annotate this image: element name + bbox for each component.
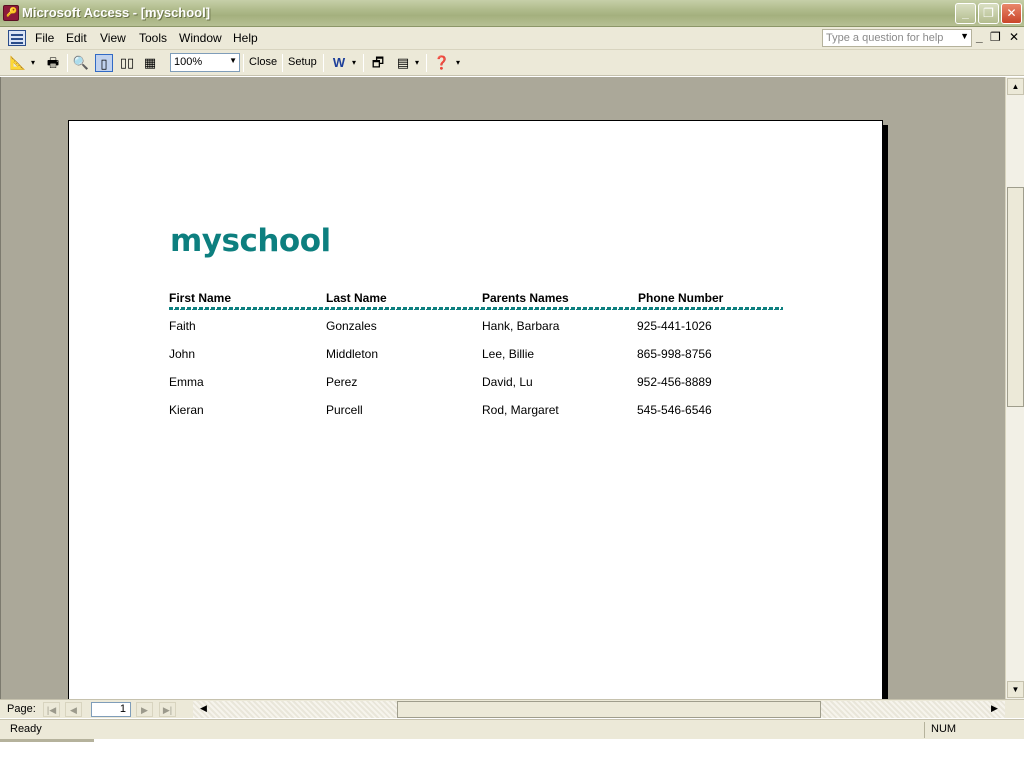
report-title: myschool: [170, 223, 331, 259]
doc-close-button[interactable]: ✕: [1009, 30, 1019, 44]
num-lock-indicator: NUM: [931, 723, 957, 735]
menu-edit[interactable]: Edit: [66, 31, 87, 45]
new-object-dropdown-icon[interactable]: ▾: [412, 54, 422, 72]
cell-last-name: Perez: [326, 375, 358, 389]
status-divider: [924, 722, 925, 738]
vertical-scrollbar[interactable]: ▲ ▼: [1005, 77, 1024, 699]
access-app-icon[interactable]: [3, 5, 19, 21]
cell-first-name: Emma: [169, 375, 204, 389]
restore-button[interactable]: ❐: [978, 3, 999, 24]
office-links-word-icon[interactable]: W: [330, 54, 348, 72]
toolbar-separator: [67, 54, 68, 72]
one-page-icon[interactable]: ▯: [95, 54, 113, 72]
menu-tools[interactable]: Tools: [139, 31, 167, 45]
last-page-icon[interactable]: ▶|: [159, 702, 176, 717]
scroll-right-icon[interactable]: ▶: [991, 703, 998, 714]
toolbar-separator: [282, 54, 283, 72]
scroll-up-icon[interactable]: ▲: [1007, 78, 1024, 95]
column-header-first-name: First Name: [169, 291, 232, 305]
column-header-parents-names: Parents Names: [482, 291, 569, 305]
cell-parents-names: Hank, Barbara: [482, 319, 560, 333]
status-bottom-edge: [0, 739, 94, 742]
cell-phone-number: 925-441-1026: [637, 319, 712, 333]
view-dropdown-icon[interactable]: ▾: [28, 54, 38, 72]
dropdown-arrow-icon[interactable]: ▼: [960, 31, 969, 41]
document-icon[interactable]: [8, 30, 26, 46]
print-icon[interactable]: 🖶: [44, 54, 62, 72]
cell-phone-number: 952-456-8889: [637, 375, 712, 389]
column-header-phone-number: Phone Number: [638, 291, 724, 305]
scroll-down-icon[interactable]: ▼: [1007, 681, 1024, 698]
column-header-last-name: Last Name: [326, 291, 387, 305]
menu-bar: File Edit View Tools Window Help Type a …: [0, 27, 1024, 50]
first-page-icon[interactable]: |◀: [43, 702, 60, 717]
zoom-value: 100%: [174, 56, 203, 68]
cell-phone-number: 545-546-6546: [637, 403, 712, 417]
toolbar-separator: [426, 54, 427, 72]
page-label: Page:: [7, 703, 36, 715]
cell-last-name: Middleton: [326, 347, 379, 361]
setup-button[interactable]: Setup: [288, 56, 317, 68]
status-text: Ready: [10, 723, 42, 735]
database-window-icon[interactable]: 🗗: [369, 54, 387, 72]
cell-first-name: Kieran: [169, 403, 204, 417]
preview-workspace: myschool First Name Last Name Parents Na…: [0, 77, 1005, 699]
cell-parents-names: Rod, Margaret: [482, 403, 559, 417]
cell-phone-number: 865-998-8756: [637, 347, 712, 361]
page-navigation-bar: Page: |◀ ◀ 1 ▶ ▶| ◀ ▶: [0, 699, 1024, 718]
help-icon[interactable]: ❓: [433, 54, 451, 72]
toolbar-separator: [323, 54, 324, 72]
print-preview-toolbar: 📐 ▾ 🖶 🔍 ▯ ▯▯ ▦ 100% ▼ Close Setup W ▾ 🗗 …: [0, 50, 1024, 76]
zoom-magnifier-icon[interactable]: 🔍: [72, 54, 90, 72]
window-title: Microsoft Access - [myschool]: [22, 5, 211, 20]
cell-first-name: John: [169, 347, 196, 361]
zoom-select[interactable]: 100% ▼: [170, 53, 240, 72]
help-search-placeholder: Type a question for help: [826, 32, 944, 44]
cell-parents-names: David, Lu: [482, 375, 533, 389]
page-number-input[interactable]: 1: [91, 702, 131, 717]
help-search-input[interactable]: Type a question for help ▼: [822, 29, 972, 47]
multiple-pages-icon[interactable]: ▦: [141, 54, 159, 72]
close-button[interactable]: Close: [249, 56, 277, 68]
cell-first-name: Faith: [169, 319, 196, 333]
close-window-button[interactable]: ✕: [1001, 3, 1022, 24]
new-object-icon[interactable]: ▤: [394, 54, 412, 72]
status-bar: Ready NUM: [0, 719, 1024, 739]
menu-view[interactable]: View: [100, 31, 126, 45]
horizontal-scrollbar[interactable]: ◀ ▶: [193, 701, 1005, 718]
zoom-dropdown-icon[interactable]: ▼: [229, 56, 237, 65]
scroll-left-icon[interactable]: ◀: [200, 703, 207, 714]
cell-last-name: Gonzales: [326, 319, 377, 333]
previous-page-icon[interactable]: ◀: [65, 702, 82, 717]
menu-help[interactable]: Help: [233, 31, 258, 45]
cell-last-name: Purcell: [326, 403, 363, 417]
menu-file[interactable]: File: [35, 31, 54, 45]
header-divider-line: [169, 307, 783, 310]
minimize-button[interactable]: _: [955, 3, 976, 24]
doc-restore-button[interactable]: ❐: [990, 30, 1001, 44]
vertical-scroll-thumb[interactable]: [1007, 187, 1024, 407]
report-page: myschool First Name Last Name Parents Na…: [68, 120, 883, 699]
toolbar-separator: [363, 54, 364, 72]
doc-minimize-button[interactable]: _: [976, 30, 983, 44]
menu-window[interactable]: Window: [179, 31, 222, 45]
cell-parents-names: Lee, Billie: [482, 347, 535, 361]
horizontal-scroll-thumb[interactable]: [397, 701, 821, 718]
next-page-icon[interactable]: ▶: [136, 702, 153, 717]
title-bar: Microsoft Access - [myschool] _ ❐ ✕: [0, 0, 1024, 27]
two-pages-icon[interactable]: ▯▯: [118, 54, 136, 72]
toolbar-separator: [243, 54, 244, 72]
toolbar-options-icon[interactable]: ▾: [453, 54, 463, 72]
office-links-dropdown-icon[interactable]: ▾: [349, 54, 359, 72]
design-view-icon[interactable]: 📐: [9, 54, 27, 72]
